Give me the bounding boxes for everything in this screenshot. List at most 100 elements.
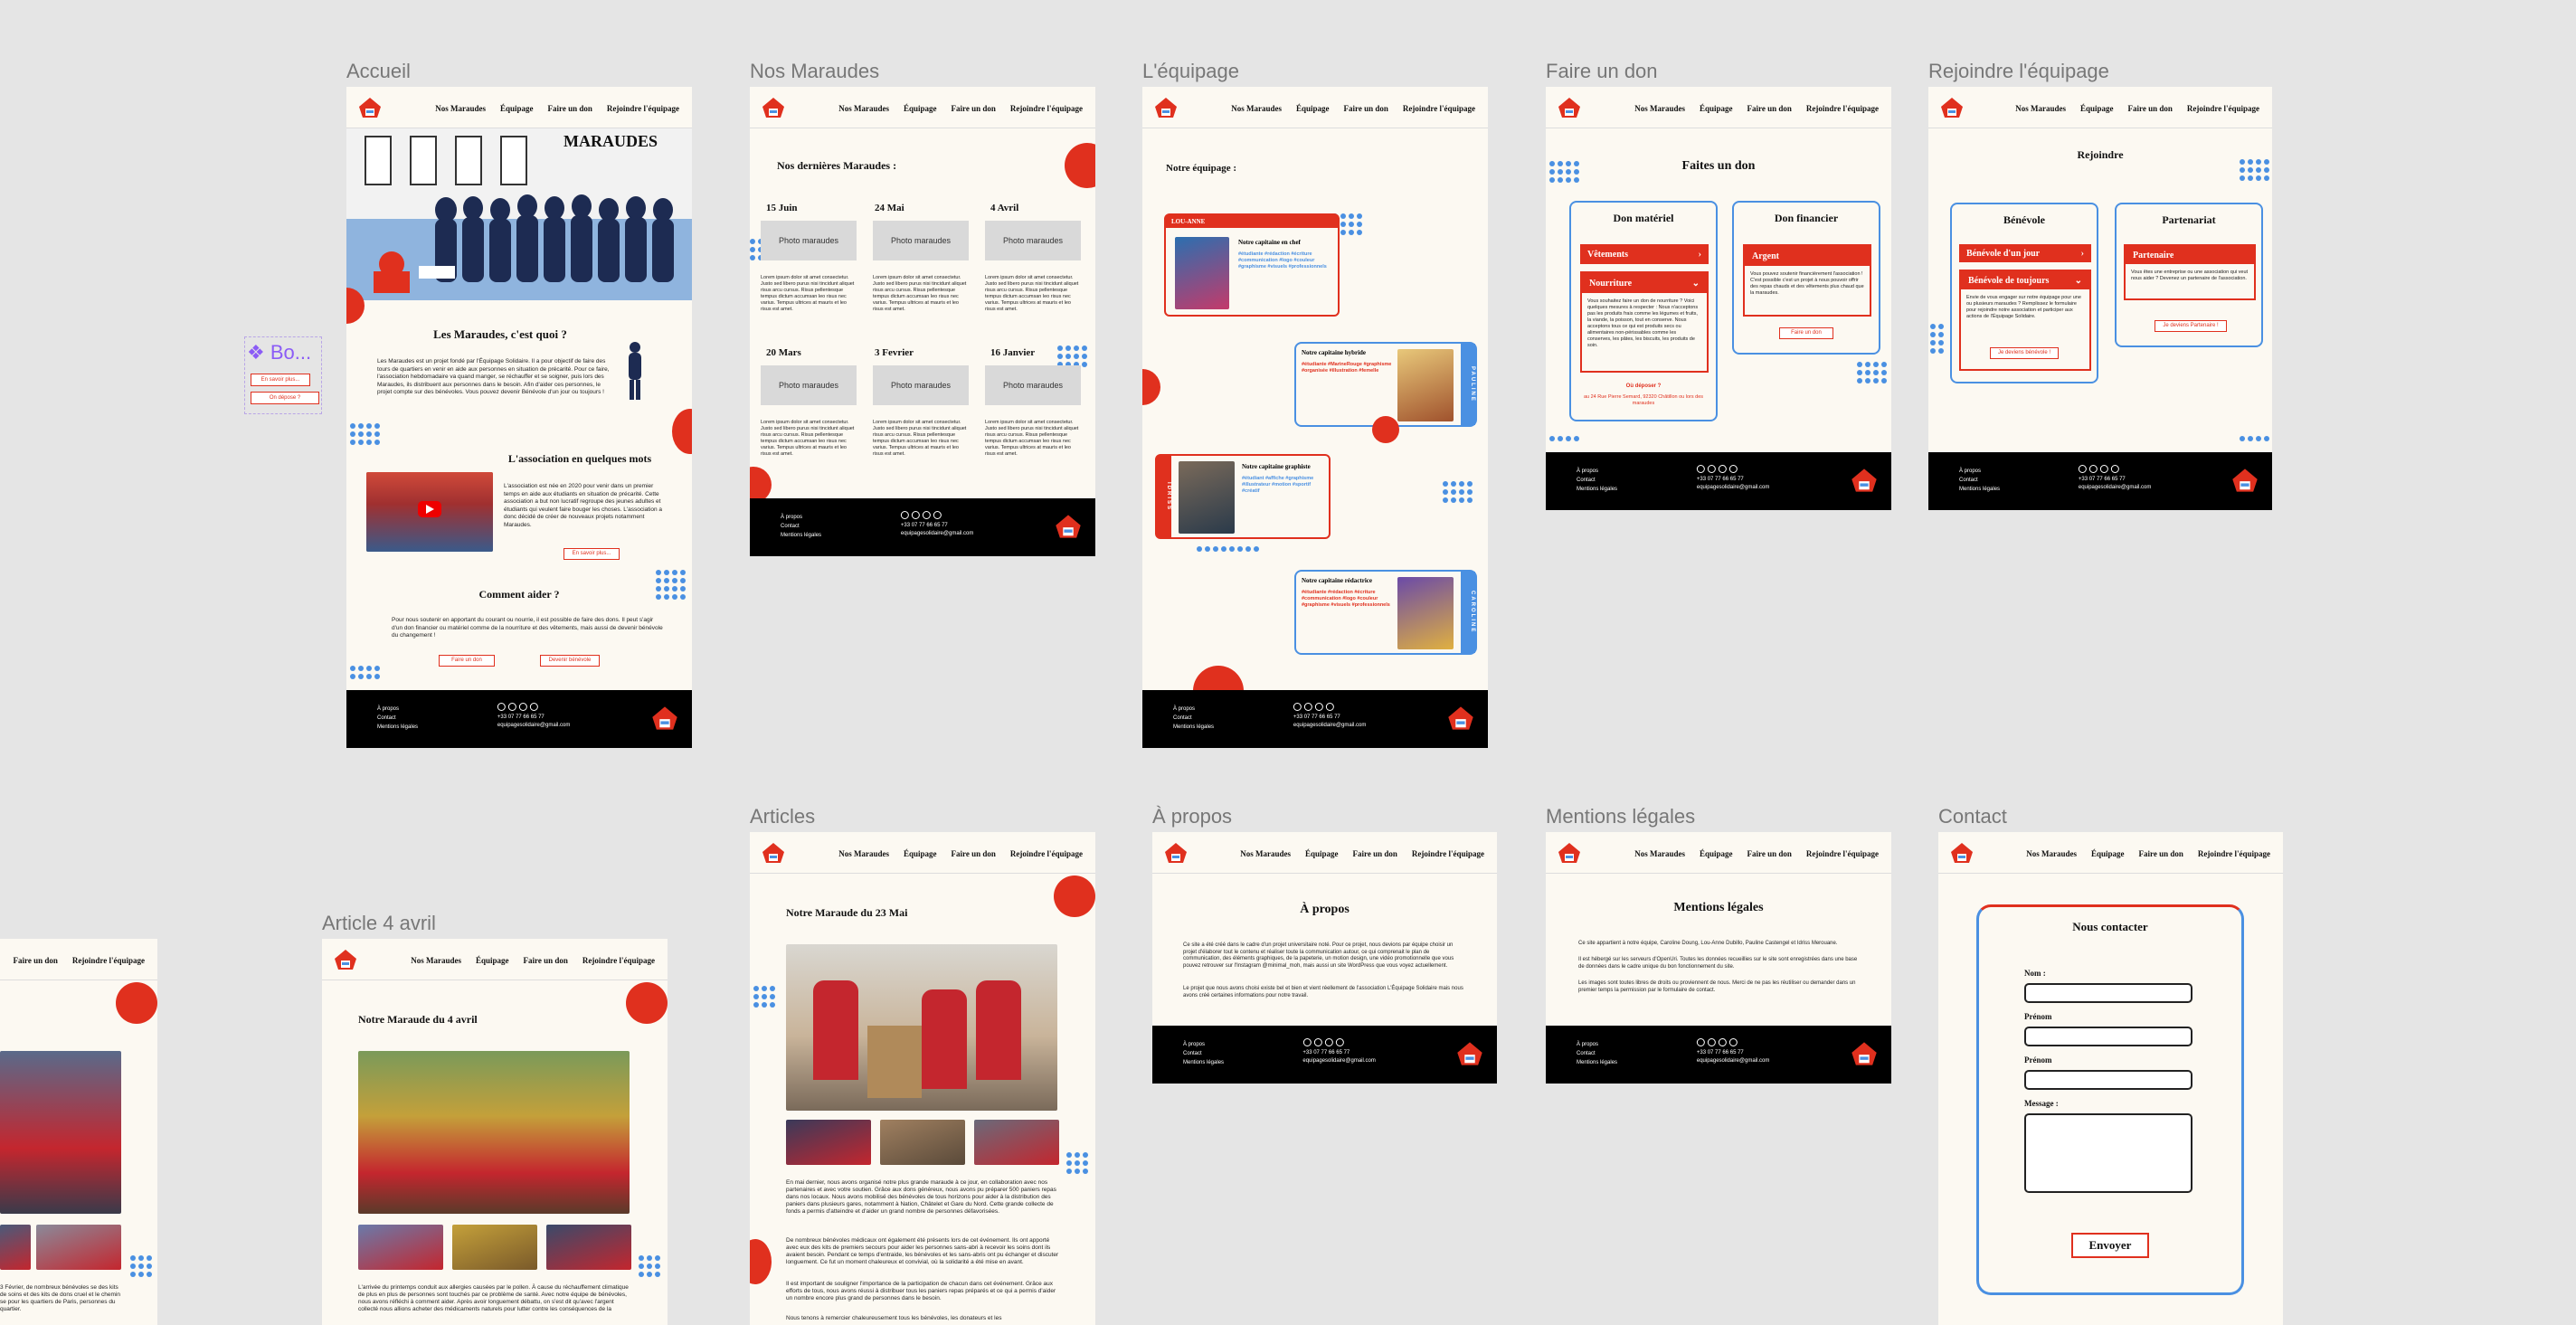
frame-label-contact[interactable]: Contact [1938,805,2007,828]
instagram-icon[interactable] [1313,1038,1322,1046]
don-button[interactable]: Faire un don [439,655,495,667]
frame-label-rejoindre[interactable]: Rejoindre l'équipage [1928,60,2109,83]
nav-item-rejoindre[interactable]: Rejoindre l'équipage [2198,849,2270,858]
nav-item-equipage[interactable]: Équipage [1700,849,1733,858]
deposer-link[interactable]: Où déposer ? [1571,383,1716,389]
instagram-icon[interactable] [507,703,516,711]
benevole-toujours-header[interactable]: Bénévole de toujours ⌄ [1961,271,2089,289]
team-card[interactable]: Notre capitaine rédactrice #étudiante #r… [1294,570,1477,655]
benevole-jour-accordion[interactable]: Bénévole d'un jour › [1959,244,2091,262]
nav-item-equipage[interactable]: Équipage [1700,104,1733,113]
nav-item-don[interactable]: Faire un don [1353,849,1397,858]
maraude-photo[interactable]: Photo maraudes [985,221,1081,260]
asso-button[interactable]: En savoir plus... [564,548,620,560]
linkedin-icon[interactable] [1335,1038,1344,1046]
footer-email[interactable]: equipagesolidaire@gmail.com [1697,484,1769,492]
linkedin-icon[interactable] [1325,703,1334,711]
prenom2-input[interactable] [2024,1070,2192,1090]
team-card[interactable]: Notre capitaine hybride #étudiante #Mari… [1294,342,1477,427]
article4-thumb[interactable] [546,1225,631,1270]
facebook-icon[interactable] [1293,703,1302,711]
nav-item-equipage[interactable]: Équipage [904,849,937,858]
article-thumb[interactable] [880,1120,965,1165]
maraude-photo[interactable]: Photo maraudes [873,365,969,405]
nav-item-equipage[interactable]: Équipage [2080,104,2114,113]
linkedin-icon[interactable] [529,703,538,711]
footer-link-contact[interactable]: Contact [781,522,821,531]
footer-email[interactable]: equipagesolidaire@gmail.com [1302,1057,1375,1065]
nav-item-don[interactable]: Faire un don [2139,849,2183,858]
twitter-icon[interactable] [518,703,527,711]
partenaire-header[interactable]: Partenaire [2126,246,2254,264]
linkedin-icon[interactable] [1728,465,1738,473]
logo-icon[interactable] [1557,841,1582,865]
nav-item-maraudes[interactable]: Nos Maraudes [1634,849,1685,858]
facebook-icon[interactable] [497,703,506,711]
twitter-icon[interactable] [1314,703,1323,711]
linkedin-icon[interactable] [1728,1038,1738,1046]
nav-item-equipage[interactable]: Équipage [476,956,509,965]
footer-link-apropos[interactable]: À propos [377,705,418,714]
nav-item-maraudes[interactable]: Nos Maraudes [435,104,486,113]
frame-label-articles[interactable]: Articles [750,805,815,828]
nav-item-rejoindre[interactable]: Rejoindre l'équipage [1010,104,1083,113]
nav-item-maraudes[interactable]: Nos Maraudes [838,104,889,113]
logo-icon[interactable] [1153,96,1179,119]
logo-icon[interactable] [1557,96,1582,119]
nav-item-don[interactable]: Faire un don [2128,104,2173,113]
asso-video[interactable] [366,472,493,552]
instagram-icon[interactable] [911,511,920,519]
nav-item-equipage[interactable]: Équipage [2091,849,2125,858]
footer-link-contact[interactable]: Contact [1183,1049,1224,1058]
footer-link-mentions[interactable]: Mentions légales [377,723,418,732]
partial-thumb[interactable] [0,1225,31,1270]
article-thumb[interactable] [786,1120,871,1165]
nav-item-rejoindre[interactable]: Rejoindre l'équipage [1806,849,1879,858]
frame-label-a-propos[interactable]: À propos [1152,805,1232,828]
maraude-photo[interactable]: Photo maraudes [985,365,1081,405]
logo-icon[interactable] [357,96,383,119]
twitter-icon[interactable] [1718,1038,1727,1046]
nav-item-maraudes[interactable]: Nos Maraudes [2015,104,2066,113]
maraude-photo[interactable]: Photo maraudes [873,221,969,260]
frame-label-mentions[interactable]: Mentions légales [1546,805,1695,828]
footer-link-contact[interactable]: Contact [377,714,418,723]
partenaire-accordion[interactable]: Partenaire Vous êtes une entreprise ou u… [2124,244,2256,300]
frame-a-propos[interactable]: Nos Maraudes Équipage Faire un don Rejoi… [1152,832,1497,1084]
nav-item-don[interactable]: Faire un don [1747,104,1792,113]
article-thumb[interactable] [974,1120,1059,1165]
twitter-icon[interactable] [922,511,931,519]
devenir-partenaire-button[interactable]: Je deviens Partenaire ! [2155,320,2227,332]
logo-icon[interactable] [1939,96,1965,119]
nav-item-equipage[interactable]: Équipage [1305,849,1339,858]
linkedin-icon[interactable] [2110,465,2119,473]
nav-item-maraudes[interactable]: Nos Maraudes [2026,849,2077,858]
footer-email[interactable]: equipagesolidaire@gmail.com [497,722,570,730]
frame-label-equipage[interactable]: L'équipage [1142,60,1239,83]
nav-item-equipage[interactable]: Équipage [904,104,937,113]
footer-link-apropos[interactable]: À propos [1577,1040,1617,1049]
footer-link-contact[interactable]: Contact [1577,476,1617,485]
nourriture-accordion[interactable]: Nourriture ⌄ Vous souhaitez faire un don … [1580,271,1709,373]
footer-link-mentions[interactable]: Mentions légales [1577,485,1617,494]
instagram-icon[interactable] [2088,465,2098,473]
footer-link-contact[interactable]: Contact [1577,1049,1617,1058]
faire-don-button[interactable]: Faire un don [1779,327,1833,339]
nav-item-don[interactable]: Faire un don [548,104,592,113]
footer-link-mentions[interactable]: Mentions légales [781,531,821,540]
facebook-icon[interactable] [1696,1038,1705,1046]
frame-faire-un-don[interactable]: Nos Maraudes Équipage Faire un don Rejoi… [1546,87,1891,510]
frame-articles[interactable]: Nos Maraudes Équipage Faire un don Rejoi… [750,832,1095,1325]
nav-item-rejoindre[interactable]: Rejoindre l'équipage [1806,104,1879,113]
frame-nos-maraudes[interactable]: Nos Maraudes Équipage Faire un don Rejoi… [750,87,1095,556]
twitter-icon[interactable] [2099,465,2108,473]
footer-link-contact[interactable]: Contact [1959,476,2000,485]
nav-item-maraudes[interactable]: Nos Maraudes [1634,104,1685,113]
footer-link-apropos[interactable]: À propos [1577,467,1617,476]
component-btn-1[interactable]: En savoir plus... [251,374,310,386]
logo-icon[interactable] [333,948,358,971]
devenir-benevole-button[interactable]: Je deviens bénévole ! [1990,347,2059,359]
footer-link-mentions[interactable]: Mentions légales [1173,723,1214,732]
twitter-icon[interactable] [1718,465,1727,473]
frame-mentions[interactable]: Nos Maraudes Équipage Faire un don Rejoi… [1546,832,1891,1084]
